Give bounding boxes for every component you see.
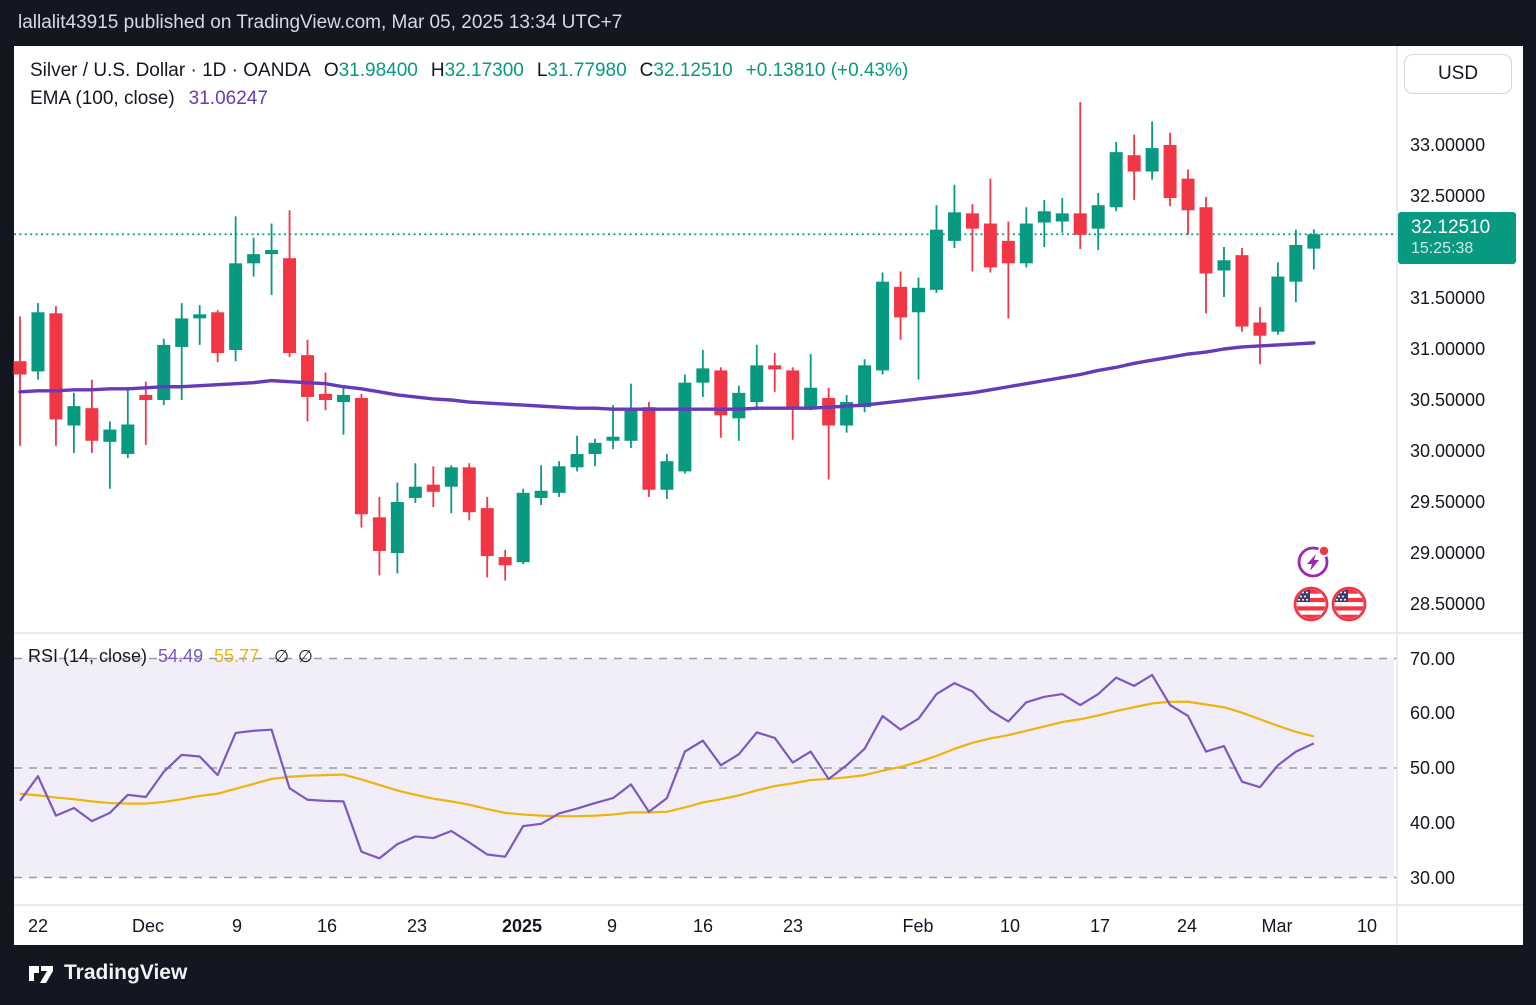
price-tick-label: 32.50000	[1410, 186, 1485, 207]
lightning-icon	[1307, 554, 1319, 571]
time-tick-label: 23	[407, 916, 427, 937]
price-tick-label: 30.50000	[1410, 390, 1485, 411]
last-price-value: 32.12510	[1411, 216, 1516, 239]
price-tick-label: 31.00000	[1410, 339, 1485, 360]
price-chart-canvas[interactable]	[0, 0, 1536, 1005]
tradingview-logo-icon[interactable]	[28, 961, 55, 985]
time-tick-label: 16	[317, 916, 337, 937]
publish-attribution-text: lallalit43915 published on TradingView.c…	[18, 0, 622, 46]
time-tick-label: 23	[783, 916, 803, 937]
chart-event-icons[interactable]	[1288, 540, 1372, 628]
rsi-tick-label: 30.00	[1410, 868, 1455, 889]
change-value: +0.13810 (+0.43%)	[746, 60, 909, 82]
symbol-title[interactable]: Silver / U.S. Dollar · 1D · OANDA	[30, 60, 311, 82]
time-tick-label: Dec	[132, 916, 164, 937]
empty-set-icon: ∅∅	[270, 647, 322, 667]
price-tick-label: 29.00000	[1410, 543, 1485, 564]
price-tick-label: 28.50000	[1410, 594, 1485, 615]
ohlc-close: C32.12510	[640, 60, 733, 82]
notification-dot	[1320, 547, 1328, 555]
rsi-tick-label: 70.00	[1410, 649, 1455, 670]
ema-legend[interactable]: EMA (100, close) 31.06247	[30, 88, 268, 110]
price-tick-label: 30.00000	[1410, 441, 1485, 462]
time-tick-label: 16	[693, 916, 713, 937]
footer-bar: TradingView	[0, 945, 1536, 1005]
rsi-value: 54.49	[158, 646, 203, 667]
rsi-legend[interactable]: RSI (14, close) 54.49 55.77 ∅∅	[28, 646, 322, 667]
flash-event-icon[interactable]	[1299, 547, 1329, 577]
ema-value: 31.06247	[189, 88, 268, 110]
last-price-badge[interactable]: 32.12510 15:25:38	[1398, 212, 1516, 264]
rsi-ma-value: 55.77	[214, 646, 259, 667]
currency-toggle-label: USD	[1438, 63, 1478, 85]
bar-countdown: 15:25:38	[1411, 239, 1516, 258]
time-tick-label: 17	[1090, 916, 1110, 937]
us-flag-event-icon-2[interactable]	[1333, 588, 1365, 620]
time-tick-label: 9	[607, 916, 617, 937]
ohlc-low: L31.77980	[537, 60, 627, 82]
currency-toggle-button[interactable]: USD	[1404, 54, 1512, 94]
time-tick-label: 2025	[502, 916, 542, 937]
time-tick-label: 22	[28, 916, 48, 937]
rsi-tick-label: 40.00	[1410, 813, 1455, 834]
publish-header-bar: lallalit43915 published on TradingView.c…	[0, 0, 1536, 46]
rsi-tick-label: 60.00	[1410, 703, 1455, 724]
time-tick-label: 10	[1000, 916, 1020, 937]
time-tick-label: 9	[232, 916, 242, 937]
tradingview-brand-text[interactable]: TradingView	[64, 961, 187, 985]
price-tick-label: 33.00000	[1410, 135, 1485, 156]
symbol-legend[interactable]: Silver / U.S. Dollar · 1D · OANDA O31.98…	[30, 60, 908, 82]
ema-legend-label[interactable]: EMA (100, close)	[30, 88, 175, 110]
us-flag-event-icon[interactable]	[1295, 588, 1327, 620]
time-tick-label: Feb	[902, 916, 933, 937]
time-tick-label: 10	[1357, 916, 1377, 937]
ohlc-high: H32.17300	[431, 60, 524, 82]
price-tick-label: 29.50000	[1410, 492, 1485, 513]
rsi-legend-label[interactable]: RSI (14, close)	[28, 646, 147, 667]
rsi-tick-label: 50.00	[1410, 758, 1455, 779]
time-tick-label: 24	[1177, 916, 1197, 937]
price-tick-label: 31.50000	[1410, 288, 1485, 309]
ohlc-open: O31.98400	[324, 60, 418, 82]
time-tick-label: Mar	[1262, 916, 1293, 937]
